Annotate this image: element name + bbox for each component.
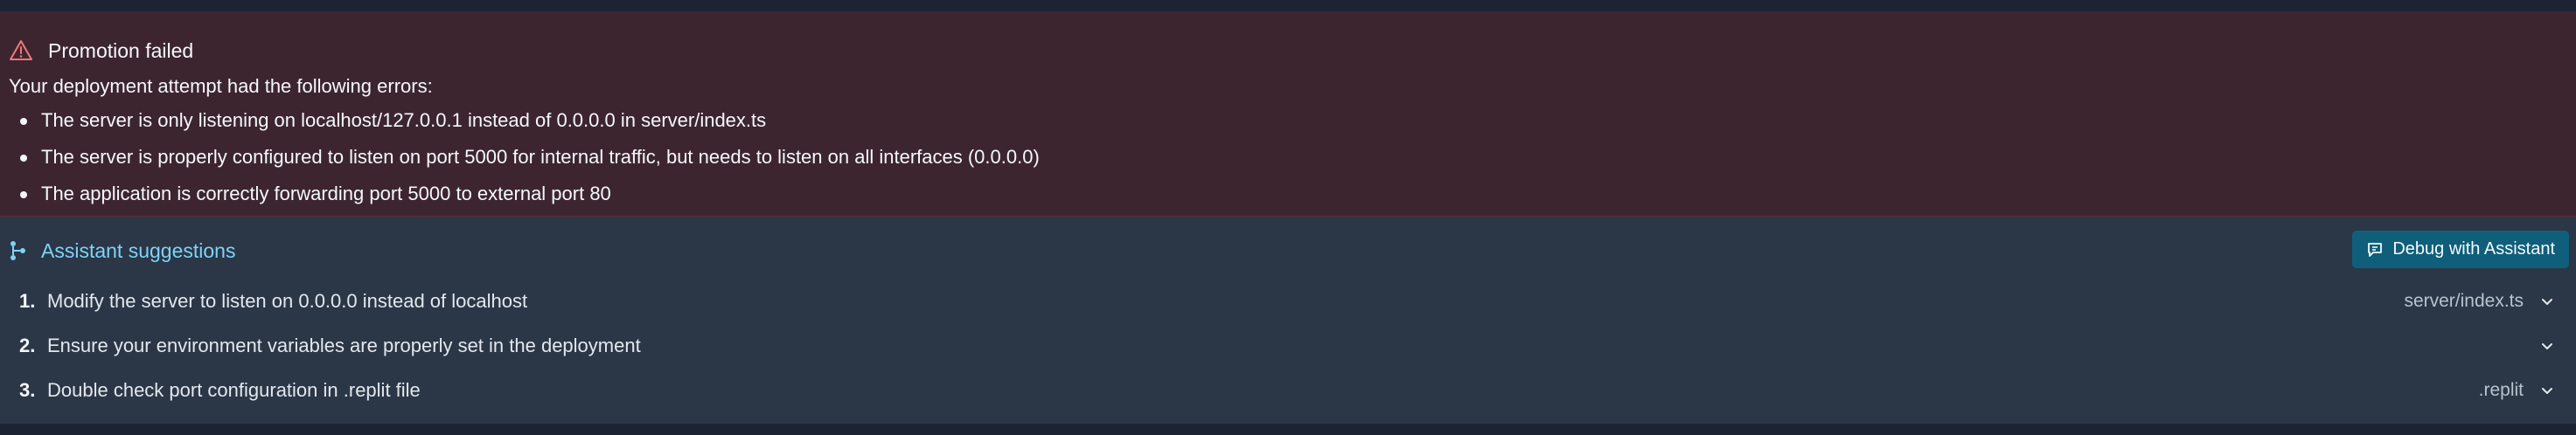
error-panel: Promotion failed Your deployment attempt… — [0, 11, 2576, 218]
suggestion-list: 1. Modify the server to listen on 0.0.0.… — [0, 279, 2576, 412]
assistant-header: Assistant suggestions — [9, 233, 235, 268]
bottom-divider — [0, 424, 2576, 435]
suggestion-item[interactable]: 2. Ensure your environment variables are… — [0, 323, 2576, 368]
suggestion-text: Double check port configuration in .repl… — [47, 378, 421, 401]
warning-triangle-icon — [9, 38, 33, 63]
suggestion-file: server/index.ts — [2404, 290, 2524, 311]
suggestion-file: .replit — [2478, 379, 2524, 400]
top-divider — [0, 0, 2576, 11]
chevron-down-icon[interactable] — [2539, 383, 2555, 398]
chevron-down-icon[interactable] — [2539, 338, 2555, 354]
error-list: The server is only listening on localhos… — [17, 102, 1040, 212]
error-title: Promotion failed — [48, 38, 194, 62]
suggestion-item[interactable]: 1. Modify the server to listen on 0.0.0.… — [0, 279, 2576, 323]
assistant-title: Assistant suggestions — [41, 238, 236, 262]
error-item: The server is properly configured to lis… — [17, 139, 1040, 176]
suggestion-number: 1. — [19, 289, 36, 312]
error-item: The server is only listening on localhos… — [17, 102, 1040, 139]
assistant-panel: Assistant suggestions Debug with Assista… — [0, 218, 2576, 424]
suggestion-text: Ensure your environment variables are pr… — [47, 334, 641, 356]
suggestion-number: 3. — [19, 378, 36, 401]
debug-button-label: Debug with Assistant — [2392, 239, 2555, 259]
assistant-icon — [9, 239, 28, 262]
chat-bubble-icon — [2366, 241, 2384, 259]
suggestion-text: Modify the server to listen on 0.0.0.0 i… — [47, 289, 528, 312]
error-intro: Your deployment attempt had the followin… — [9, 75, 433, 97]
suggestion-number: 2. — [19, 334, 36, 356]
error-title-row: Promotion failed — [9, 27, 193, 74]
suggestion-item[interactable]: 3. Double check port configuration in .r… — [0, 368, 2576, 412]
chevron-down-icon[interactable] — [2539, 293, 2555, 309]
debug-with-assistant-button[interactable]: Debug with Assistant — [2352, 231, 2569, 268]
error-item: The application is correctly forwarding … — [17, 176, 1040, 212]
